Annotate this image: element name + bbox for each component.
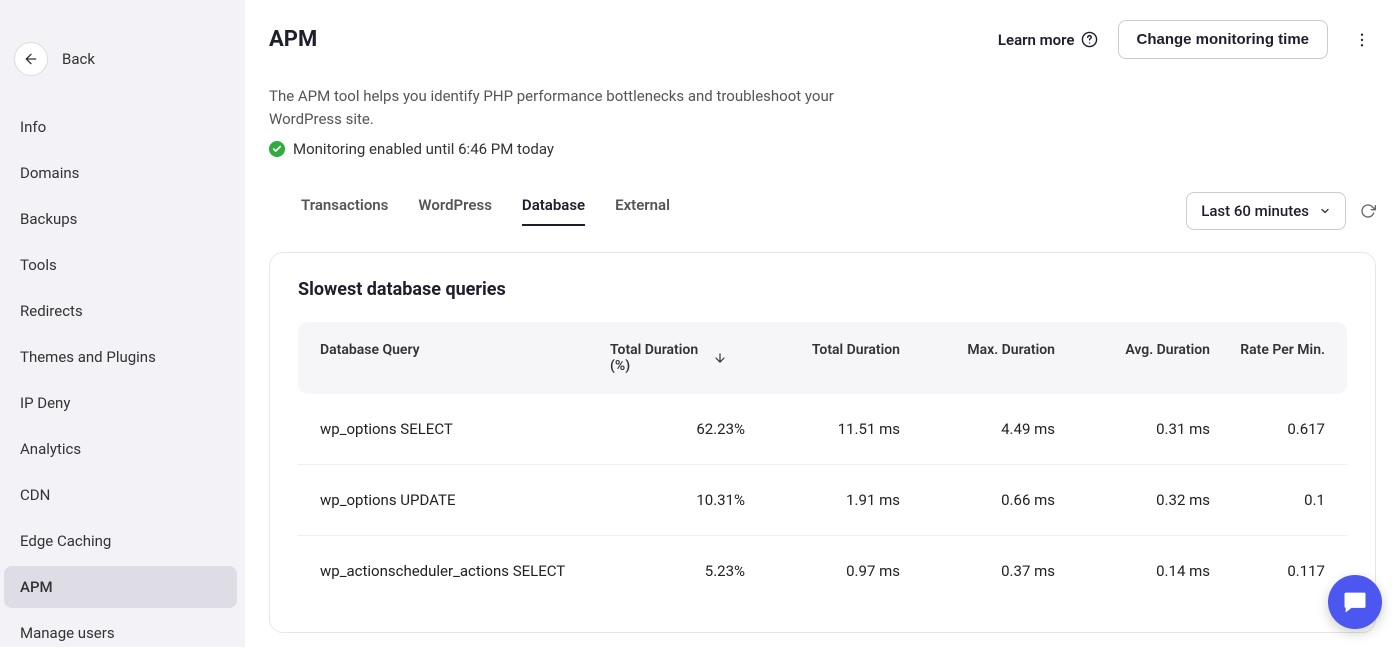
cell-max: 0.37 ms — [900, 562, 1055, 580]
back-container: Back — [0, 14, 245, 106]
check-circle-icon — [269, 141, 285, 157]
cell-query: wp_actionscheduler_actions SELECT — [320, 562, 610, 580]
more-menu-button[interactable] — [1348, 26, 1376, 54]
table-row[interactable]: wp_options UPDATE 10.31% 1.91 ms 0.66 ms… — [298, 465, 1347, 536]
card-title: Slowest database queries — [298, 279, 1347, 300]
cell-pct: 10.31% — [610, 491, 745, 509]
sidebar-item-edge-caching[interactable]: Edge Caching — [4, 520, 237, 562]
monitoring-status: Monitoring enabled until 6:46 PM today — [269, 140, 1376, 158]
tab-transactions[interactable]: Transactions — [301, 196, 388, 226]
help-circle-icon — [1081, 31, 1098, 48]
chat-icon — [1341, 588, 1369, 616]
tab-wordpress[interactable]: WordPress — [418, 196, 492, 226]
learn-more-label: Learn more — [998, 31, 1075, 49]
more-vertical-icon — [1353, 31, 1371, 49]
sidebar-item-tools[interactable]: Tools — [4, 244, 237, 286]
cell-pct: 5.23% — [610, 562, 745, 580]
arrow-left-icon — [23, 51, 39, 67]
cell-rate: 0.117 — [1210, 562, 1325, 580]
back-label: Back — [62, 50, 95, 68]
cell-pct: 62.23% — [610, 420, 745, 438]
sidebar-item-redirects[interactable]: Redirects — [4, 290, 237, 332]
back-button[interactable] — [14, 42, 48, 76]
tabs: Transactions WordPress Database External — [269, 196, 670, 226]
header: APM Learn more Change monitoring time — [269, 20, 1376, 59]
cell-rate: 0.617 — [1210, 420, 1325, 438]
col-header-pct-label: Total Duration (%) — [610, 342, 705, 374]
sidebar-item-analytics[interactable]: Analytics — [4, 428, 237, 470]
main-content: APM Learn more Change monitoring time Th — [245, 0, 1400, 647]
sidebar-item-info[interactable]: Info — [4, 106, 237, 148]
col-header-pct[interactable]: Total Duration (%) — [610, 342, 745, 374]
cell-rate: 0.1 — [1210, 491, 1325, 509]
sidebar-item-cdn[interactable]: CDN — [4, 474, 237, 516]
col-header-avg[interactable]: Avg. Duration — [1055, 342, 1210, 374]
col-header-query[interactable]: Database Query — [320, 342, 610, 374]
cell-dur: 0.97 ms — [745, 562, 900, 580]
sidebar-item-ip-deny[interactable]: IP Deny — [4, 382, 237, 424]
apm-description: The APM tool helps you identify PHP perf… — [269, 85, 869, 130]
sidebar-item-backups[interactable]: Backups — [4, 198, 237, 240]
chevron-down-icon — [1319, 205, 1331, 217]
cell-query: wp_options SELECT — [320, 420, 610, 438]
chat-widget-button[interactable] — [1328, 575, 1382, 629]
col-header-dur[interactable]: Total Duration — [745, 342, 900, 374]
tabs-right: Last 60 minutes — [1186, 192, 1376, 230]
cell-query: wp_options UPDATE — [320, 491, 610, 509]
cell-max: 0.66 ms — [900, 491, 1055, 509]
col-header-rate[interactable]: Rate Per Min. — [1210, 342, 1325, 374]
cell-avg: 0.14 ms — [1055, 562, 1210, 580]
cell-dur: 1.91 ms — [745, 491, 900, 509]
cell-max: 4.49 ms — [900, 420, 1055, 438]
sidebar-nav: Info Domains Backups Tools Redirects The… — [0, 106, 245, 658]
table-row[interactable]: wp_options SELECT 62.23% 11.51 ms 4.49 m… — [298, 394, 1347, 465]
col-header-max[interactable]: Max. Duration — [900, 342, 1055, 374]
monitoring-status-text: Monitoring enabled until 6:46 PM today — [293, 140, 554, 158]
header-actions: Learn more Change monitoring time — [998, 20, 1376, 59]
table-header: Database Query Total Duration (%) Total … — [298, 322, 1347, 394]
sidebar-item-themes-plugins[interactable]: Themes and Plugins — [4, 336, 237, 378]
tab-external[interactable]: External — [615, 196, 670, 226]
refresh-button[interactable] — [1360, 203, 1376, 219]
cell-avg: 0.32 ms — [1055, 491, 1210, 509]
time-range-select[interactable]: Last 60 minutes — [1186, 192, 1346, 230]
tabs-row: Transactions WordPress Database External… — [269, 192, 1376, 230]
sidebar: Back Info Domains Backups Tools Redirect… — [0, 0, 245, 647]
sidebar-item-manage-users[interactable]: Manage users — [4, 612, 237, 654]
sidebar-item-domains[interactable]: Domains — [4, 152, 237, 194]
refresh-icon — [1360, 203, 1376, 219]
time-range-label: Last 60 minutes — [1201, 202, 1309, 220]
sidebar-item-apm[interactable]: APM — [4, 566, 237, 608]
slowest-queries-card: Slowest database queries Database Query … — [269, 252, 1376, 633]
sort-desc-icon — [713, 351, 727, 365]
table-row[interactable]: wp_actionscheduler_actions SELECT 5.23% … — [298, 536, 1347, 606]
learn-more-link[interactable]: Learn more — [998, 31, 1098, 49]
change-monitoring-time-button[interactable]: Change monitoring time — [1118, 20, 1329, 59]
page-title: APM — [269, 27, 317, 52]
cell-dur: 11.51 ms — [745, 420, 900, 438]
cell-avg: 0.31 ms — [1055, 420, 1210, 438]
tab-database[interactable]: Database — [522, 196, 585, 226]
